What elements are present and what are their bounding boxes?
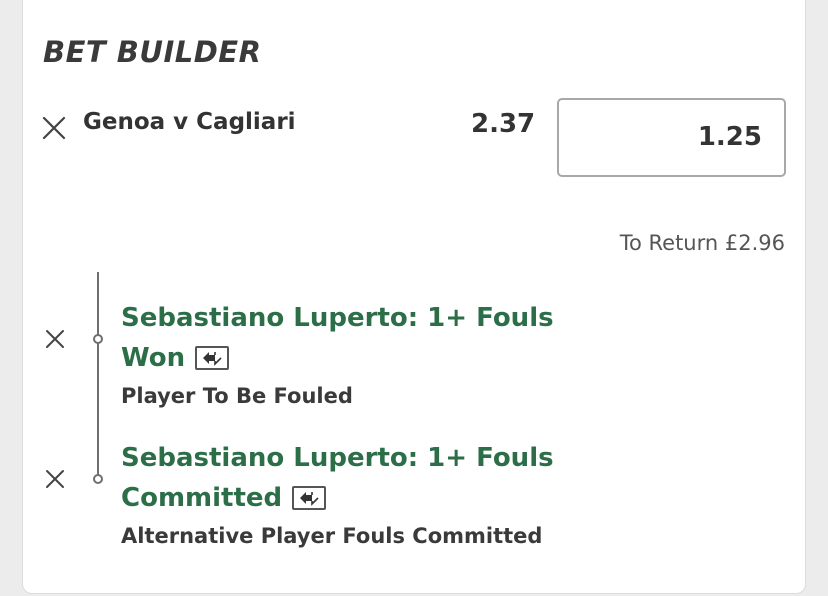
timeline-dot: [93, 334, 103, 344]
to-return-label: To Return: [619, 231, 719, 255]
swap-icon[interactable]: [292, 486, 327, 510]
bet-builder-title: BET BUILDER: [43, 35, 262, 69]
match-odds: 2.37: [471, 109, 536, 139]
selection-market: Alternative Player Fouls Committed: [121, 524, 543, 548]
swap-icon[interactable]: [195, 346, 230, 370]
selection-title-line: Sebastiano Luperto: 1+ Fouls: [121, 303, 554, 333]
selection-title-line: Committed: [121, 478, 581, 518]
timeline-dot: [93, 474, 103, 484]
selection-title-line-2: Won: [121, 343, 186, 373]
timeline-line: [97, 272, 99, 477]
selection-title: Sebastiano Luperto: 1+ Fouls Committed: [121, 438, 581, 518]
match-name: Genoa v Cagliari: [83, 109, 296, 135]
close-icon[interactable]: [41, 115, 67, 141]
bet-builder-card: BET BUILDER Genoa v Cagliari 2.37 1.25 T…: [22, 0, 806, 594]
to-return-value: £2.96: [724, 231, 785, 255]
to-return: To Return £2.96: [620, 231, 785, 255]
stake-input[interactable]: 1.25: [557, 98, 786, 177]
selection-title-line: Sebastiano Luperto: 1+ Fouls: [121, 443, 554, 473]
close-icon[interactable]: [45, 469, 65, 489]
close-icon[interactable]: [45, 329, 65, 349]
selection-title: Sebastiano Luperto: 1+ Fouls Won: [121, 298, 581, 378]
selection-title-line-2: Committed: [121, 483, 283, 513]
selection-title-line: Won: [121, 338, 581, 378]
selection-market: Player To Be Fouled: [121, 384, 353, 408]
